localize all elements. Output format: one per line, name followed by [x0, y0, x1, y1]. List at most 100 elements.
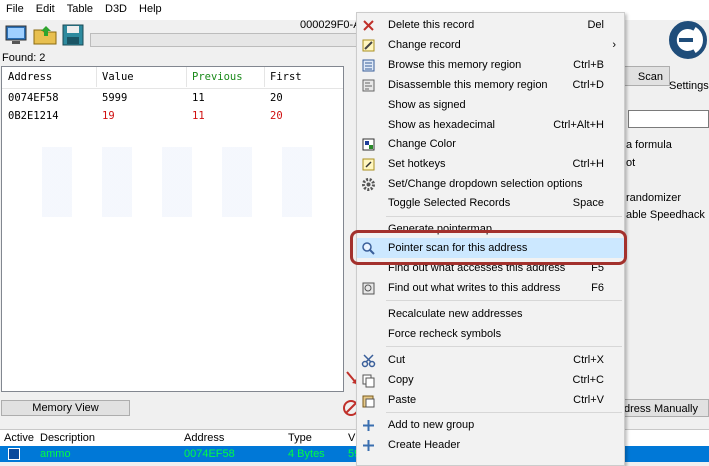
row-first: 20 — [270, 110, 283, 122]
menu-item-shortcut: Ctrl+H — [572, 158, 604, 170]
row-description: ammo — [40, 448, 71, 460]
menu-item-copy[interactable]: Copy Ctrl+C — [357, 370, 624, 390]
column-value[interactable]: Value — [102, 71, 134, 83]
save-icon[interactable] — [60, 23, 86, 47]
menu-item-label: Copy — [388, 374, 414, 386]
disassemble-icon — [361, 78, 376, 93]
menu-item-delete-record[interactable]: Delete this record Del — [357, 15, 624, 35]
column-first[interactable]: First — [270, 71, 302, 83]
menu-item-label: Set/Change dropdown selection options — [388, 178, 583, 190]
menu-item-toggle-records[interactable]: Toggle Selected Records Space — [357, 193, 624, 213]
menu-item-shortcut: Ctrl+C — [572, 374, 604, 386]
menu-item-label: Cut — [388, 354, 406, 366]
scan-results-list[interactable]: Address Value Previous First 0074EF58 59… — [1, 66, 344, 392]
menu-item-label: Create Header — [388, 439, 461, 451]
faint-artifact — [12, 147, 332, 217]
row-address: 0B2E1214 — [8, 110, 59, 122]
table-row[interactable]: 0074EF58 5999 11 20 — [2, 90, 343, 108]
cheat-engine-logo-icon[interactable] — [667, 18, 709, 79]
column-value[interactable]: V — [348, 432, 355, 444]
column-address[interactable]: Address — [184, 432, 224, 444]
row-previous: 11 — [192, 92, 205, 104]
settings-label[interactable]: Settings — [669, 80, 709, 92]
menu-item-shortcut: Ctrl+X — [573, 354, 604, 366]
menu-item-cut[interactable]: Cut Ctrl+X — [357, 350, 624, 370]
menu-table[interactable]: Table — [61, 0, 99, 15]
menu-item-disassemble[interactable]: Disassemble this memory region Ctrl+D — [357, 75, 624, 95]
menu-item-label: Paste — [388, 394, 417, 406]
active-checkbox[interactable] — [8, 448, 20, 460]
option-label: ot — [626, 157, 636, 169]
column-divider — [186, 67, 187, 87]
menu-separator — [386, 300, 622, 301]
menu-item-label: Delete this record — [388, 19, 475, 31]
column-divider — [96, 67, 97, 87]
menu-separator — [386, 346, 622, 347]
menu-item-label: Toggle Selected Records — [388, 197, 511, 209]
memory-icon — [361, 58, 376, 73]
column-description[interactable]: Description — [40, 432, 95, 444]
menu-help[interactable]: Help — [133, 0, 168, 15]
menu-item-shortcut: Ctrl+B — [573, 59, 604, 71]
header-divider — [2, 88, 343, 89]
color-icon — [361, 137, 376, 152]
menu-item-shortcut: Ctrl+Alt+H — [553, 119, 604, 131]
menu-item-find-writes[interactable]: Find out what writes to this address F6 — [357, 278, 624, 298]
menu-item-show-hex[interactable]: Show as hexadecimal Ctrl+Alt+H — [357, 115, 624, 135]
menu-item-change-record[interactable]: Change record › — [357, 35, 624, 55]
hotkey-icon — [361, 157, 376, 172]
menu-file[interactable]: File — [0, 0, 30, 15]
row-value: 5999 — [102, 92, 128, 104]
process-title: 000029F0-A — [300, 19, 361, 31]
menu-item-shortcut: Ctrl+V — [573, 394, 604, 406]
row-previous: 11 — [192, 110, 205, 122]
memory-view-button[interactable]: Memory View — [1, 400, 130, 416]
menu-item-label: Add to new group — [388, 419, 475, 431]
value-input[interactable] — [628, 110, 709, 128]
plus-icon — [361, 418, 376, 433]
menu-d3d[interactable]: D3D — [99, 0, 133, 15]
find-writes-icon — [361, 281, 376, 296]
menu-item-label: Change Color — [388, 138, 456, 150]
menu-item-browse-memory[interactable]: Browse this memory region Ctrl+B — [357, 55, 624, 75]
row-address: 0074EF58 — [8, 92, 59, 104]
menu-item-shortcut: Del — [587, 19, 604, 31]
menu-item-show-signed[interactable]: Show as signed — [357, 95, 624, 115]
menu-item-dropdown-options[interactable]: Set/Change dropdown selection options — [357, 174, 624, 194]
menu-item-label: Show as hexadecimal — [388, 119, 496, 131]
menu-item-force-recheck[interactable]: Force recheck symbols — [357, 324, 624, 344]
menu-item-label: Find out what writes to this address — [388, 282, 561, 294]
menu-item-label: Browse this memory region — [388, 59, 522, 71]
column-address[interactable]: Address — [8, 71, 52, 83]
menu-item-label: Recalculate new addresses — [388, 308, 523, 320]
row-value: 19 — [102, 110, 115, 122]
table-row[interactable]: 0B2E1214 19 11 20 — [2, 108, 343, 126]
speedhack-label: able Speedhack — [626, 209, 705, 221]
menu-item-shortcut: Space — [572, 197, 604, 209]
menu-item-label: Set hotkeys — [388, 158, 446, 170]
open-process-icon[interactable] — [3, 23, 29, 47]
menu-item-add-to-group[interactable]: Add to new group — [357, 415, 624, 435]
menu-item-label: Disassemble this memory region — [388, 79, 548, 91]
column-divider — [264, 67, 265, 87]
menu-edit[interactable]: Edit — [30, 0, 61, 15]
menu-item-set-hotkeys[interactable]: Set hotkeys Ctrl+H — [357, 154, 624, 174]
menu-item-recalculate[interactable]: Recalculate new addresses — [357, 304, 624, 324]
menu-item-paste[interactable]: Paste Ctrl+V — [357, 390, 624, 410]
open-folder-icon[interactable] — [32, 23, 58, 47]
menu-item-change-color[interactable]: Change Color — [357, 134, 624, 154]
paste-icon — [361, 393, 376, 408]
menu-item-create-header[interactable]: Create Header — [357, 435, 624, 455]
menu-separator — [386, 412, 622, 413]
column-previous[interactable]: Previous — [192, 71, 243, 83]
column-active[interactable]: Active — [4, 432, 34, 444]
found-count: Found: 2 — [2, 52, 46, 64]
formula-label: a formula — [626, 139, 672, 151]
progress-bar — [90, 33, 357, 47]
row-first: 20 — [270, 92, 283, 104]
submenu-arrow: › — [612, 39, 616, 51]
row-address: 0074EF58 — [184, 448, 235, 460]
highlight-ring — [350, 230, 627, 265]
menu-item-label: Change record — [388, 39, 461, 51]
column-type[interactable]: Type — [288, 432, 312, 444]
